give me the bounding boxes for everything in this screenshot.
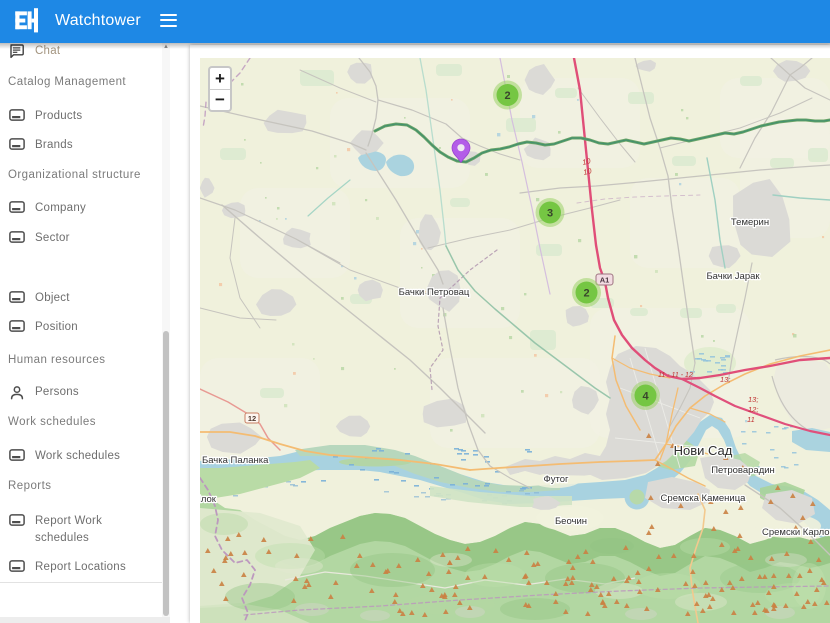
svg-text:4: 4 (642, 391, 649, 403)
svg-text:13;: 13; (720, 375, 730, 384)
svg-text:Бачки Јарак: Бачки Јарак (706, 271, 760, 282)
svg-text:11 - 11 - 12: 11 - 11 - 12 (658, 372, 693, 379)
svg-text:Темерин: Темерин (731, 217, 769, 228)
svg-text:Футог: Футог (544, 474, 570, 485)
svg-text:Сремски Карловци: Сремски Карловци (762, 527, 830, 538)
svg-text:Бачка Паланка: Бачка Паланка (202, 455, 269, 466)
svg-text:13;: 13; (748, 395, 758, 404)
svg-text:11: 11 (747, 415, 755, 424)
svg-text:2: 2 (583, 288, 589, 300)
svg-text:Илок: Илок (200, 494, 217, 505)
svg-text:Беочин: Беочин (555, 516, 587, 527)
svg-text:Бачки Петровац: Бачки Петровац (399, 287, 470, 298)
svg-text:12;: 12; (748, 405, 758, 414)
svg-text:Петроварадин: Петроварадин (711, 465, 775, 476)
svg-text:A1: A1 (600, 276, 610, 285)
svg-text:2: 2 (504, 90, 510, 102)
svg-text:3: 3 (547, 208, 553, 220)
svg-text:Сремска Каменица: Сремска Каменица (661, 493, 747, 504)
svg-text:12: 12 (248, 414, 256, 423)
svg-text:Нови Сад: Нови Сад (674, 443, 733, 458)
